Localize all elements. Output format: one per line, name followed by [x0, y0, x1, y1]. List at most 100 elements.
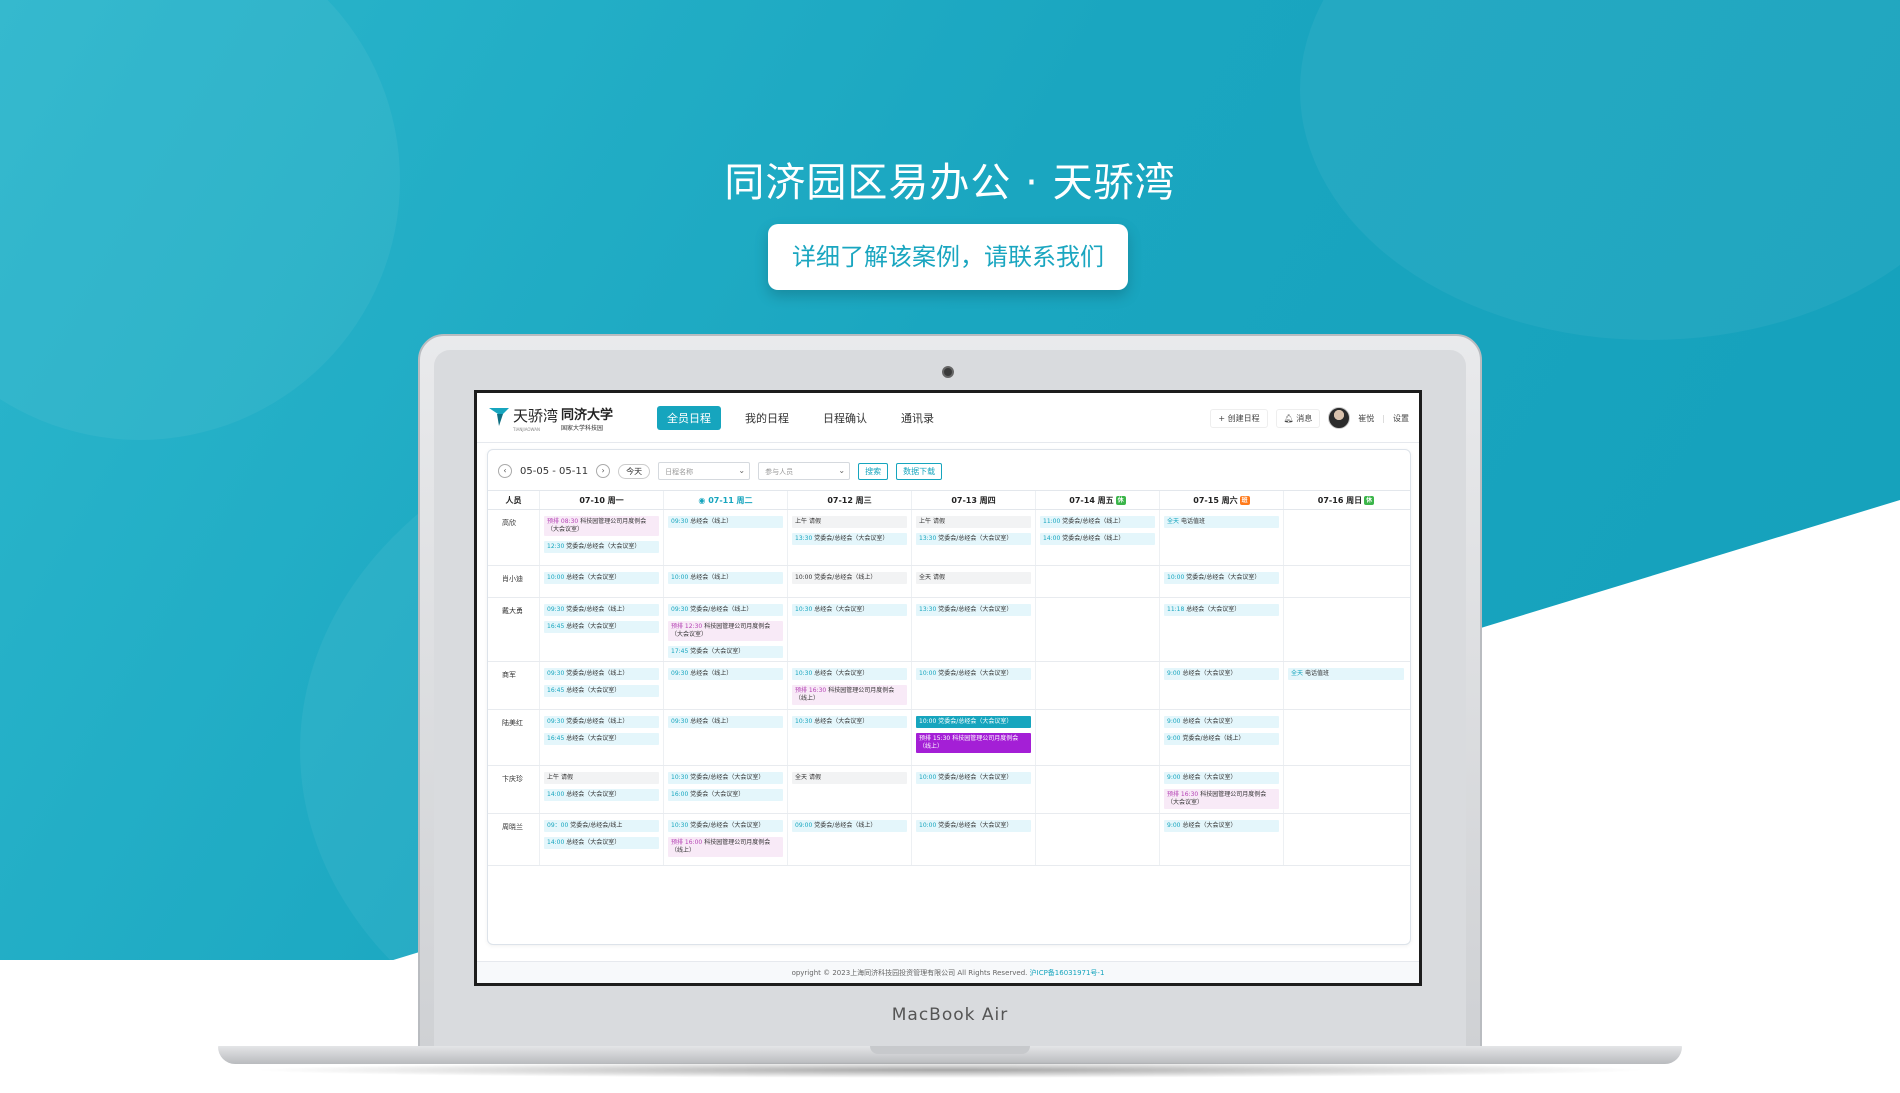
day-cell[interactable]: 10:30 总经会（大会议室） [788, 598, 912, 661]
messages-button[interactable]: 🔔︎ 消息 [1275, 408, 1321, 428]
schedule-event[interactable]: 10:00 党委会/总经会（大会议室） [1164, 572, 1279, 584]
schedule-event[interactable]: 10:00 党委会/总经会（大会议室） [916, 820, 1031, 832]
schedule-event[interactable]: 12:30 党委会/总经会（大会议室） [544, 541, 659, 553]
day-cell[interactable] [1284, 598, 1408, 661]
schedule-event[interactable]: 预排 08:30 科技园管理公司月度例会（大会议室） [544, 516, 659, 536]
schedule-event[interactable]: 9:00 总经会（大会议室） [1164, 668, 1279, 680]
day-cell[interactable]: 09：00 党委会/总经会/线上 14:00 总经会（大会议室） [540, 814, 664, 865]
nav-all-schedules[interactable]: 全员日程 [657, 406, 721, 430]
schedule-event[interactable]: 9:00 总经会（大会议室） [1164, 716, 1279, 728]
nav-contacts[interactable]: 通讯录 [891, 406, 944, 430]
schedule-name-select[interactable]: 日程名称 ⌄ [658, 462, 751, 480]
schedule-event[interactable]: 9:00 总经会（大会议室） [1164, 772, 1279, 784]
today-button[interactable]: 今天 [618, 463, 651, 479]
schedule-event[interactable]: 10:00 党委会/总经会（大会议室） [916, 716, 1031, 728]
schedule-event[interactable]: 16:45 总经会（大会议室） [544, 685, 659, 697]
schedule-event[interactable]: 全天 电话值班 [1164, 516, 1279, 528]
day-cell[interactable]: 10:00 党委会/总经会（大会议室） [912, 662, 1036, 709]
schedule-event[interactable]: 预排 16:30 科技园管理公司月度例会（线上） [792, 685, 907, 705]
day-cell[interactable]: 上午 请假 13:30 党委会/总经会（大会议室） [788, 510, 912, 565]
schedule-event[interactable]: 预排 15:30 科技园管理公司月度例会（线上） [916, 733, 1031, 753]
day-cell[interactable]: 09:30 党委会/总经会（线上） 16:45 总经会（大会议室） [540, 598, 664, 661]
schedule-event[interactable]: 10:30 总经会（大会议室） [792, 668, 907, 680]
day-cell[interactable]: 全天 请假 [788, 766, 912, 813]
day-cell[interactable]: 全天 电话值班 [1160, 510, 1284, 565]
nav-schedule-confirm[interactable]: 日程确认 [813, 406, 877, 430]
schedule-event[interactable]: 9:00 总经会（大会议室） [1164, 820, 1279, 832]
schedule-event[interactable]: 10:00 总经会（线上） [668, 572, 783, 584]
schedule-event[interactable]: 09:30 党委会/总经会（线上） [544, 668, 659, 680]
schedule-event[interactable]: 10:30 党委会/总经会（大会议室） [668, 820, 783, 832]
nav-my-schedule[interactable]: 我的日程 [735, 406, 799, 430]
schedule-event[interactable]: 预排 12:30 科技园管理公司月度例会（大会议室） [668, 621, 783, 641]
day-cell[interactable]: 13:30 党委会/总经会（大会议室） [912, 598, 1036, 661]
day-cell[interactable]: 09:00 党委会/总经会（线上） [788, 814, 912, 865]
day-cell[interactable]: 全天 电话值班 [1284, 662, 1408, 709]
day-cell[interactable]: 10:00 党委会/总经会（大会议室） 预排 15:30 科技园管理公司月度例会（线上… [912, 710, 1036, 765]
schedule-event[interactable]: 11:00 党委会/总经会（线上） [1040, 516, 1155, 528]
schedule-event[interactable]: 13:30 党委会/总经会（大会议室） [792, 533, 907, 545]
day-cell[interactable]: 10:00 党委会/总经会（大会议室） [912, 766, 1036, 813]
schedule-event[interactable]: 全天 请假 [792, 772, 907, 784]
day-cell[interactable]: 预排 08:30 科技园管理公司月度例会（大会议室） 12:30 党委会/总经会（大会… [540, 510, 664, 565]
schedule-event[interactable]: 14:00 总经会（大会议室） [544, 789, 659, 801]
day-cell[interactable]: 10:00 党委会/总经会（线上） [788, 566, 912, 597]
icp-link[interactable]: 沪ICP备16031971号-1 [1030, 969, 1105, 977]
day-cell[interactable]: 9:00 总经会（大会议室） [1160, 662, 1284, 709]
user-name[interactable]: 崔悦 [1358, 413, 1374, 424]
schedule-event[interactable]: 10:00 党委会/总经会（大会议室） [916, 668, 1031, 680]
schedule-event[interactable]: 09：00 党委会/总经会/线上 [544, 820, 659, 832]
day-cell[interactable]: 9:00 总经会（大会议室） [1160, 814, 1284, 865]
next-week-button[interactable]: › [596, 464, 611, 478]
schedule-event[interactable]: 09:30 党委会/总经会（线上） [668, 604, 783, 616]
schedule-event[interactable]: 09:30 总经会（线上） [668, 716, 783, 728]
prev-week-button[interactable]: ‹ [498, 464, 512, 478]
day-cell[interactable] [1284, 566, 1408, 597]
contact-button[interactable]: 详细了解该案例，请联系我们 [768, 224, 1128, 290]
schedule-event[interactable]: 09:30 总经会（线上） [668, 668, 783, 680]
schedule-event[interactable]: 10:00 总经会（大会议室） [544, 572, 659, 584]
schedule-event[interactable]: 上午 请假 [544, 772, 659, 784]
day-cell[interactable] [1284, 510, 1408, 565]
schedule-event[interactable]: 上午 请假 [916, 516, 1031, 528]
day-cell[interactable]: 09:30 总经会（线上） [664, 710, 788, 765]
day-cell[interactable]: 10:00 总经会（大会议室） [540, 566, 664, 597]
avatar[interactable] [1328, 407, 1351, 429]
schedule-event[interactable]: 全天 电话值班 [1288, 668, 1404, 680]
schedule-event[interactable]: 13:30 党委会/总经会（大会议室） [916, 533, 1031, 545]
day-cell[interactable]: 10:30 总经会（大会议室） 预排 16:30 科技园管理公司月度例会（线上） [788, 662, 912, 709]
schedule-event[interactable]: 10:00 党委会/总经会（线上） [792, 572, 907, 584]
day-cell[interactable] [1036, 766, 1160, 813]
day-cell[interactable]: 09:30 总经会（线上） [664, 510, 788, 565]
download-button[interactable]: 数据下载 [896, 462, 943, 480]
schedule-event[interactable]: 16:00 党委会（大会议室） [668, 789, 783, 801]
day-cell[interactable] [1036, 710, 1160, 765]
schedule-event[interactable]: 10:30 总经会（大会议室） [792, 604, 907, 616]
day-cell[interactable]: 09:30 党委会/总经会（线上） 16:45 总经会（大会议室） [540, 662, 664, 709]
schedule-event[interactable]: 16:45 总经会（大会议室） [544, 621, 659, 633]
day-cell[interactable]: 10:30 党委会/总经会（大会议室） 16:00 党委会（大会议室） [664, 766, 788, 813]
schedule-event[interactable]: 9:00 党委会/总经会（线上） [1164, 733, 1279, 745]
schedule-event[interactable]: 14:00 党委会/总经会（线上） [1040, 533, 1155, 545]
day-cell[interactable]: 11:18 总经会（大会议室） [1160, 598, 1284, 661]
schedule-event[interactable]: 11:18 总经会（大会议室） [1164, 604, 1279, 616]
day-cell[interactable]: 9:00 总经会（大会议室） 预排 16:30 科技园管理公司月度例会（大会议室） [1160, 766, 1284, 813]
day-cell[interactable] [1036, 566, 1160, 597]
day-cell[interactable]: 09:30 党委会/总经会（线上） 16:45 总经会（大会议室） [540, 710, 664, 765]
day-cell[interactable]: 10:00 党委会/总经会（大会议室） [912, 814, 1036, 865]
schedule-event[interactable]: 10:30 总经会（大会议室） [792, 716, 907, 728]
schedule-event[interactable]: 09:30 总经会（线上） [668, 516, 783, 528]
schedule-event[interactable]: 10:30 党委会/总经会（大会议室） [668, 772, 783, 784]
day-cell[interactable]: 全天 请假 [912, 566, 1036, 597]
schedule-event[interactable]: 10:00 党委会/总经会（大会议室） [916, 772, 1031, 784]
day-cell[interactable]: 09:30 总经会（线上） [664, 662, 788, 709]
schedule-event[interactable]: 预排 16:30 科技园管理公司月度例会（大会议室） [1164, 789, 1279, 809]
day-cell[interactable]: 10:30 党委会/总经会（大会议室） 预排 16:00 科技园管理公司月度例会（线上… [664, 814, 788, 865]
schedule-event[interactable]: 全天 请假 [916, 572, 1031, 584]
schedule-event[interactable]: 13:30 党委会/总经会（大会议室） [916, 604, 1031, 616]
schedule-event[interactable]: 17:45 党委会（大会议室） [668, 646, 783, 658]
search-button[interactable]: 搜索 [858, 462, 889, 480]
schedule-event[interactable]: 09:30 党委会/总经会（线上） [544, 716, 659, 728]
schedule-event[interactable]: 上午 请假 [792, 516, 907, 528]
schedule-event[interactable]: 预排 16:00 科技园管理公司月度例会（线上） [668, 837, 783, 857]
